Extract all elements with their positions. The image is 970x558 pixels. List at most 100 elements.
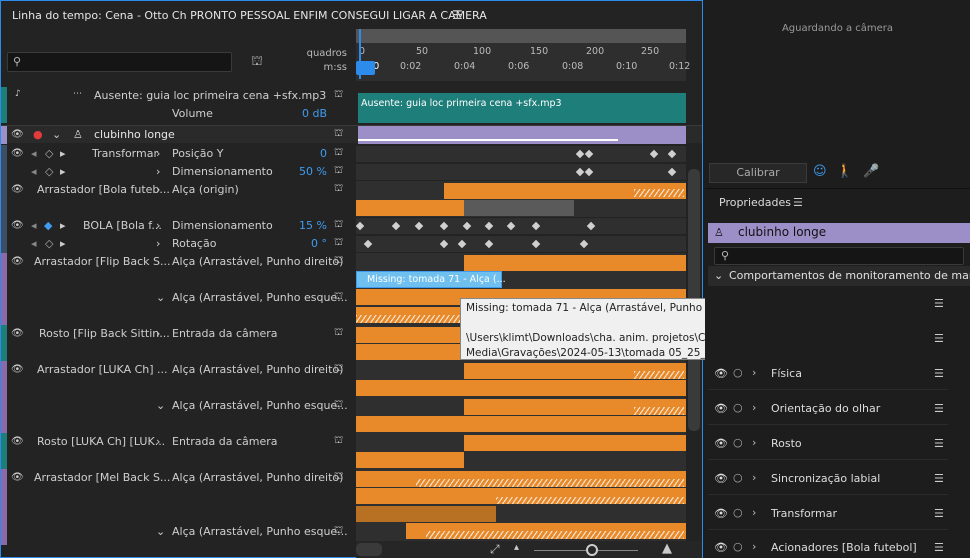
- chevron-down-icon[interactable]: ⌄: [156, 525, 165, 538]
- behavior-item[interactable]: 👁 ○ › Transformar: [708, 496, 948, 530]
- keyframe-icon[interactable]: ◇: [45, 237, 53, 250]
- eye-icon[interactable]: 👁: [11, 129, 24, 140]
- hamburger-icon[interactable]: ☰: [934, 541, 944, 554]
- take-bar[interactable]: [356, 380, 686, 396]
- param-row[interactable]: 👁 ◂ ◆ ▸ BOLA [Bola f... › Dimensionament…: [1, 217, 702, 253]
- param-track[interactable]: [356, 146, 686, 162]
- behavior-row[interactable]: 👁 Arrastador [Mel Back S... Alça (Arrast…: [1, 469, 702, 545]
- hamburger-icon[interactable]: ☰: [934, 437, 944, 450]
- solo-icon[interactable]: ○: [733, 366, 743, 379]
- microphone-icon[interactable]: 🎤: [863, 164, 879, 179]
- puppet-icon[interactable]: ⛫: [251, 54, 263, 71]
- param-row[interactable]: ◂ ◇ ▸ › Rotação 0 ° ⛫: [1, 235, 702, 253]
- chevron-right-icon[interactable]: ›: [752, 366, 756, 379]
- keyframe[interactable]: [575, 167, 585, 177]
- eye-icon[interactable]: 👁: [11, 472, 24, 483]
- pin-icon[interactable]: ⛫: [334, 237, 343, 250]
- next-keyframe-icon[interactable]: ▸: [60, 219, 66, 232]
- behavior-item[interactable]: 👁 ○ › Acionadores [Bola futebol]: [708, 530, 948, 558]
- prev-keyframe-icon[interactable]: ◂: [31, 237, 37, 250]
- take-bar[interactable]: [464, 255, 686, 271]
- calibrate-button[interactable]: Calibrar: [709, 163, 807, 183]
- chevron-down-icon[interactable]: ⌄: [156, 291, 165, 304]
- behavior-track[interactable]: [356, 469, 686, 523]
- chevron-right-icon[interactable]: ›: [156, 435, 160, 448]
- behavior-item[interactable]: 👁 ○ › Sincronização labial: [708, 461, 948, 495]
- keyframe[interactable]: [462, 221, 472, 231]
- webcam-icon[interactable]: ☺: [813, 164, 827, 179]
- chevron-right-icon[interactable]: ›: [752, 506, 756, 519]
- pin-icon[interactable]: ⛫: [334, 435, 343, 448]
- pin-icon[interactable]: ⛫: [334, 327, 343, 340]
- solo-icon[interactable]: ○: [733, 436, 743, 449]
- pin-icon[interactable]: ⛫: [334, 165, 343, 178]
- prev-keyframe-icon[interactable]: ◂: [31, 147, 37, 160]
- missing-take-bar[interactable]: Missing: tomada 71 - Alça (...: [356, 271, 506, 288]
- behavior-item[interactable]: 👁 ○ › Rosto: [708, 426, 948, 460]
- hamburger-icon[interactable]: ☰: [452, 8, 463, 22]
- chevron-right-icon[interactable]: ›: [156, 183, 160, 196]
- zoom-slider-knob[interactable]: [586, 544, 598, 556]
- keyframe[interactable]: [457, 239, 467, 249]
- chevron-right-icon[interactable]: ›: [752, 540, 756, 553]
- eye-icon[interactable]: 👁: [11, 148, 24, 159]
- behavior-row[interactable]: 👁 Arrastador [LUKA Ch] ... Alça (Arrastá…: [1, 361, 702, 433]
- eye-icon[interactable]: 👁: [11, 220, 24, 231]
- eye-icon[interactable]: 👁: [714, 437, 728, 450]
- eye-icon[interactable]: 👁: [714, 367, 728, 380]
- hamburger-icon[interactable]: ☰: [934, 297, 944, 310]
- param-value[interactable]: 15 %: [271, 219, 327, 232]
- behavior-row[interactable]: 👁 Rosto [LUKA Ch] [LUK... › Entrada da c…: [1, 433, 702, 469]
- solo-icon[interactable]: ○: [733, 401, 743, 414]
- chevron-right-icon[interactable]: ›: [156, 165, 160, 178]
- behavior-item[interactable]: 👁 ○ › Orientação do olhar: [708, 391, 948, 425]
- keyframe[interactable]: [355, 221, 365, 231]
- eye-icon[interactable]: 👁: [11, 184, 24, 195]
- keyframe[interactable]: [439, 239, 449, 249]
- param-track[interactable]: [355, 218, 686, 234]
- pin-icon[interactable]: ⛫: [334, 147, 343, 160]
- keyframe[interactable]: [391, 221, 401, 231]
- zoom-in-icon[interactable]: ▲: [662, 541, 672, 556]
- next-keyframe-icon[interactable]: ▸: [60, 237, 66, 250]
- body-icon[interactable]: 🚶: [837, 164, 853, 179]
- pin-icon[interactable]: ⛫: [334, 219, 343, 232]
- keyframe[interactable]: [506, 221, 516, 231]
- param-row[interactable]: Volume 0 dB: [1, 105, 702, 123]
- zoom-out-icon[interactable]: ▴: [514, 542, 519, 553]
- keyframe[interactable]: [649, 149, 659, 159]
- eye-icon[interactable]: 👁: [714, 507, 728, 520]
- param-track[interactable]: [356, 397, 686, 433]
- playhead[interactable]: [359, 29, 361, 79]
- keyframe[interactable]: [439, 221, 449, 231]
- param-row[interactable]: ◂ ◇ ▸ › Dimensionamento 50 % ⛫: [1, 163, 702, 181]
- param-track[interactable]: [356, 164, 686, 180]
- puppet-track-bar[interactable]: [358, 126, 686, 144]
- prev-keyframe-icon[interactable]: ◂: [31, 165, 37, 178]
- chevron-right-icon[interactable]: ›: [752, 471, 756, 484]
- keyframe[interactable]: [667, 167, 677, 177]
- param-value[interactable]: 0 dB: [271, 107, 327, 120]
- hamburger-icon[interactable]: ☰: [934, 402, 944, 415]
- pin-icon[interactable]: ⛫: [334, 471, 343, 484]
- param-row[interactable]: ⌄ Alça (Arrastável, Punho esque... ⛫: [1, 397, 702, 433]
- pin-icon[interactable]: ⛫: [334, 183, 343, 196]
- param-value[interactable]: 0 °: [271, 237, 327, 250]
- keyframe[interactable]: [484, 221, 494, 231]
- eye-icon[interactable]: 👁: [714, 472, 728, 485]
- time-format[interactable]: quadros m:ss: [301, 47, 347, 75]
- behavior-item[interactable]: 👁 ○ › Física: [708, 356, 948, 390]
- keyframe-icon[interactable]: ◇: [45, 165, 53, 178]
- pin-icon[interactable]: ⛫: [334, 363, 343, 376]
- chevron-down-icon[interactable]: ⌄: [156, 399, 165, 412]
- zoom-fit-icon[interactable]: ⤢: [490, 542, 500, 557]
- chevron-right-icon[interactable]: ›: [752, 401, 756, 414]
- prev-keyframe-icon[interactable]: ◂: [31, 219, 37, 232]
- hamburger-icon[interactable]: ☰: [934, 332, 944, 345]
- eye-icon[interactable]: 👁: [714, 541, 728, 554]
- take-bar[interactable]: [464, 435, 686, 451]
- eye-icon[interactable]: 👁: [11, 364, 24, 375]
- eye-icon[interactable]: 👁: [11, 436, 24, 447]
- take-bar-disabled[interactable]: [464, 200, 574, 216]
- behavior-row[interactable]: 👁 Arrastador [Flip Back S... Alça (Arras…: [1, 253, 702, 325]
